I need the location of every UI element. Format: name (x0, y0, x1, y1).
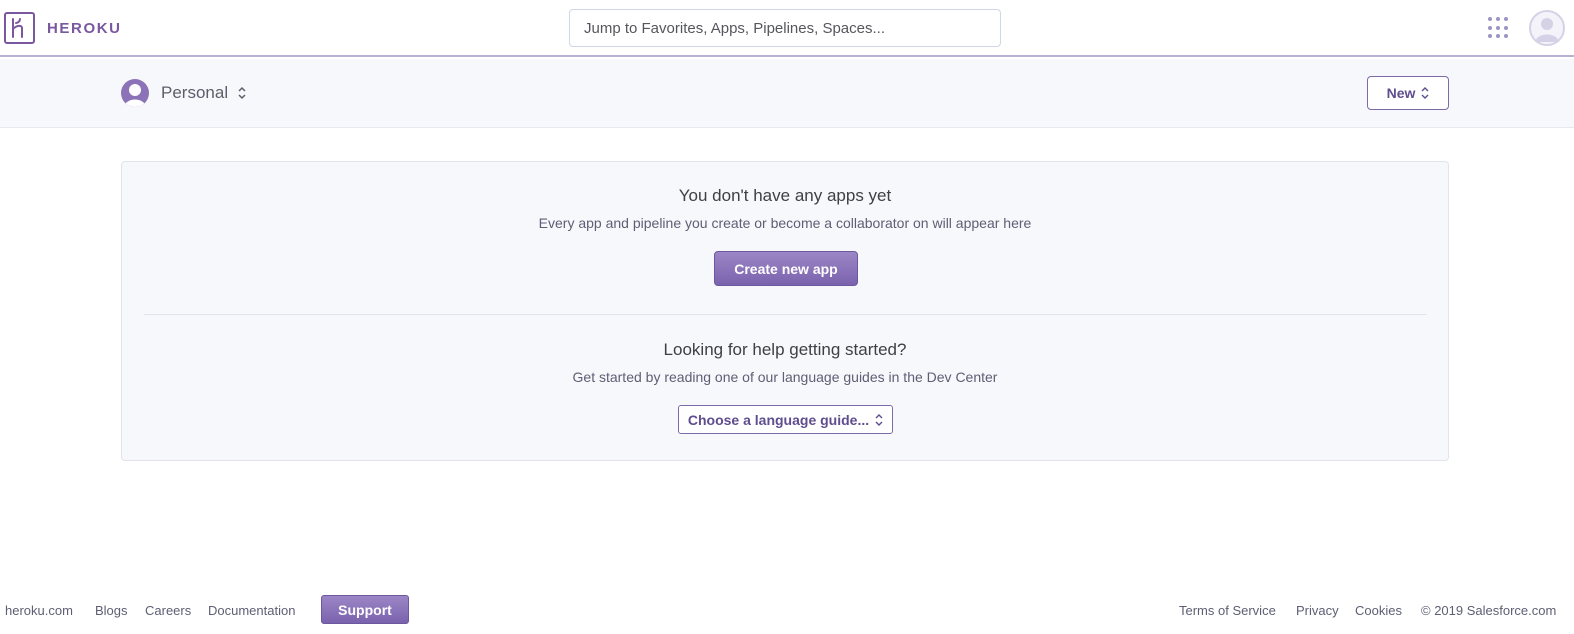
new-button-label: New (1386, 85, 1416, 101)
account-switcher-label[interactable]: Personal (161, 83, 228, 103)
footer-link-cookies[interactable]: Cookies (1355, 603, 1402, 618)
help-description: Get started by reading one of our langua… (572, 369, 998, 385)
chevron-up-down-icon (1421, 87, 1429, 99)
support-button[interactable]: Support (321, 595, 409, 624)
brand-name[interactable]: HEROKU (47, 20, 122, 37)
footer-link-privacy[interactable]: Privacy (1296, 603, 1339, 618)
heroku-logo-icon[interactable] (4, 12, 35, 44)
top-navigation-bar: HEROKU (0, 0, 1574, 57)
language-guide-label: Choose a language guide... (687, 411, 870, 428)
help-title: Looking for help getting started? (663, 340, 907, 359)
personal-account-icon[interactable] (121, 79, 149, 107)
footer-link-blogs[interactable]: Blogs (95, 603, 128, 618)
new-button[interactable]: New (1367, 76, 1449, 110)
footer-link-heroku[interactable]: heroku.com (5, 603, 73, 618)
search-input[interactable] (569, 9, 1001, 47)
copyright-text: © 2019 Salesforce.com (1421, 603, 1557, 618)
divider (144, 314, 1427, 315)
create-new-app-button[interactable]: Create new app (714, 251, 858, 286)
footer-link-documentation[interactable]: Documentation (208, 603, 295, 618)
empty-state-title: You don't have any apps yet (678, 186, 892, 205)
empty-apps-panel: You don't have any apps yet Every app an… (121, 161, 1449, 461)
chevron-up-down-icon (875, 413, 883, 426)
user-avatar-icon[interactable] (1529, 10, 1565, 46)
footer-link-careers[interactable]: Careers (145, 603, 191, 618)
apps-grid-icon[interactable] (1488, 17, 1510, 39)
language-guide-select[interactable]: Choose a language guide... (678, 405, 893, 434)
empty-state-description: Every app and pipeline you create or bec… (538, 215, 1032, 231)
chevron-up-down-icon[interactable] (237, 86, 247, 105)
footer-link-terms[interactable]: Terms of Service (1179, 603, 1276, 618)
